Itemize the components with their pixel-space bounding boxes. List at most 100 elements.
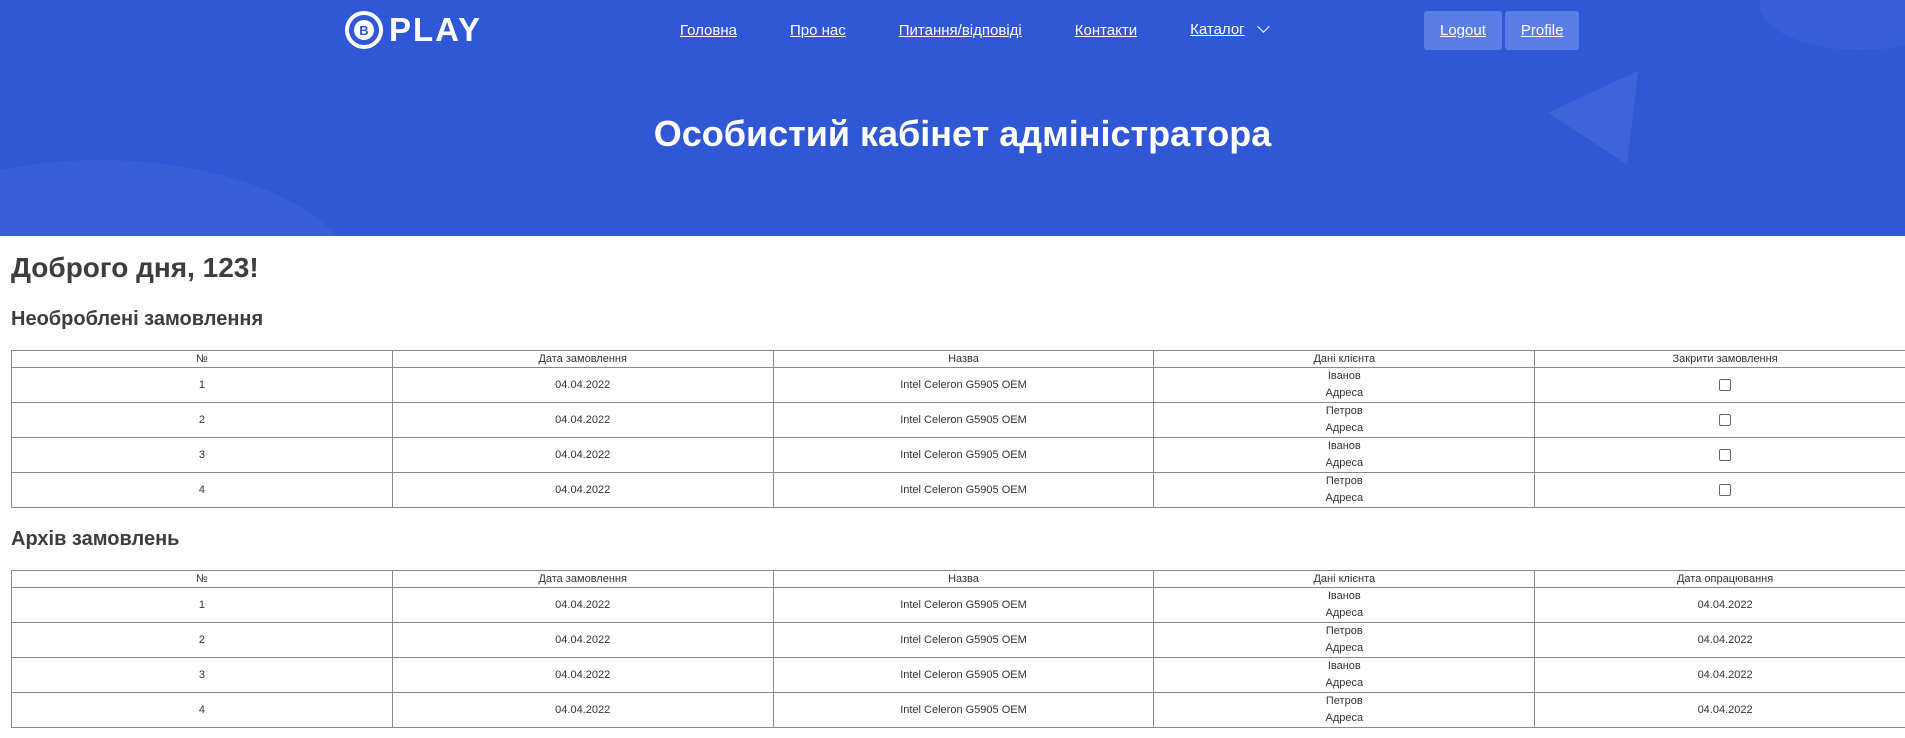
close-order-checkbox[interactable] xyxy=(1719,378,1732,391)
order-number: 4 xyxy=(11,692,393,728)
client-data: Іванов Адреса xyxy=(1153,367,1536,403)
processed-date: 04.04.2022 xyxy=(1534,622,1905,658)
client-name: Іванов xyxy=(1327,370,1361,382)
nav-catalog-dropdown[interactable]: Каталог xyxy=(1190,20,1270,39)
order-date: 04.04.2022 xyxy=(391,402,774,438)
table-row: 3 04.04.2022 Intel Celeron G5905 OEM Іва… xyxy=(11,437,1905,473)
pending-orders-title: Необроблені замовлення xyxy=(11,308,264,330)
nav-link-contacts[interactable]: Контакти xyxy=(1075,22,1137,39)
page-title: Особистий кабінет адміністратора xyxy=(653,113,1272,154)
decorative-shape xyxy=(0,160,360,236)
hero-header: B PLAY Головна Про нас Питання/відповіді… xyxy=(0,0,1905,236)
client-name: Іванов xyxy=(1327,660,1361,672)
nav-link-faq[interactable]: Питання/відповіді xyxy=(899,22,1022,39)
order-date: 04.04.2022 xyxy=(391,692,774,728)
processed-date: 04.04.2022 xyxy=(1534,587,1905,623)
client-address: Адреса xyxy=(1325,492,1364,504)
table-row: 3 04.04.2022 Intel Celeron G5905 OEM Іва… xyxy=(11,657,1905,693)
client-address: Адреса xyxy=(1325,712,1364,724)
table-row: 4 04.04.2022 Intel Celeron G5905 OEM Пет… xyxy=(11,692,1905,728)
client-address: Адреса xyxy=(1325,457,1364,469)
column-header-client: Дані клієнта xyxy=(1153,570,1536,588)
table-row: 2 04.04.2022 Intel Celeron G5905 OEM Пет… xyxy=(11,622,1905,658)
table-row: 4 04.04.2022 Intel Celeron G5905 OEM Пет… xyxy=(11,472,1905,508)
table-row: 1 04.04.2022 Intel Celeron G5905 OEM Іва… xyxy=(11,367,1905,403)
product-name: Intel Celeron G5905 OEM xyxy=(772,437,1155,473)
order-number: 2 xyxy=(11,622,393,658)
pending-orders-table: № Дата замовлення Назва Дані клієнта Зак… xyxy=(11,350,1905,508)
archive-orders-table: № Дата замовлення Назва Дані клієнта Дат… xyxy=(11,570,1905,728)
client-name: Іванов xyxy=(1327,440,1361,452)
logo-text: PLAY xyxy=(389,11,482,48)
product-name: Intel Celeron G5905 OEM xyxy=(772,692,1155,728)
client-address: Адреса xyxy=(1325,387,1364,399)
table-header-row: № Дата замовлення Назва Дані клієнта Дат… xyxy=(11,570,1905,588)
nav-link-about[interactable]: Про нас xyxy=(790,22,846,39)
column-header-client: Дані клієнта xyxy=(1153,350,1536,368)
site-logo[interactable]: B PLAY xyxy=(345,10,482,50)
close-order-cell xyxy=(1534,367,1905,403)
close-order-checkbox[interactable] xyxy=(1719,448,1732,461)
order-number: 3 xyxy=(11,437,393,473)
product-name: Intel Celeron G5905 OEM xyxy=(772,587,1155,623)
close-order-checkbox[interactable] xyxy=(1719,413,1732,426)
table-row: 2 04.04.2022 Intel Celeron G5905 OEM Пет… xyxy=(11,402,1905,438)
nav-link-catalog[interactable]: Каталог xyxy=(1190,21,1245,38)
product-name: Intel Celeron G5905 OEM xyxy=(772,622,1155,658)
logout-button[interactable]: Logout xyxy=(1424,11,1502,50)
order-date: 04.04.2022 xyxy=(391,622,774,658)
processed-date: 04.04.2022 xyxy=(1534,657,1905,693)
order-date: 04.04.2022 xyxy=(391,657,774,693)
product-name: Intel Celeron G5905 OEM xyxy=(772,657,1155,693)
column-header-name: Назва xyxy=(772,570,1155,588)
client-name: Іванов xyxy=(1327,590,1361,602)
greeting-heading: Доброго дня, 123! xyxy=(11,252,259,283)
column-header-order-date: Дата замовлення xyxy=(391,350,774,368)
client-data: Іванов Адреса xyxy=(1153,657,1536,693)
table-header-row: № Дата замовлення Назва Дані клієнта Зак… xyxy=(11,350,1905,368)
product-name: Intel Celeron G5905 OEM xyxy=(772,402,1155,438)
order-date: 04.04.2022 xyxy=(391,367,774,403)
order-number: 3 xyxy=(11,657,393,693)
main-nav: Головна Про нас Питання/відповіді Контак… xyxy=(680,20,1270,40)
table-row: 1 04.04.2022 Intel Celeron G5905 OEM Іва… xyxy=(11,587,1905,623)
close-order-cell xyxy=(1534,437,1905,473)
client-data: Петров Адреса xyxy=(1153,472,1536,508)
client-address: Адреса xyxy=(1325,642,1364,654)
column-header-close-order: Закрити замовлення xyxy=(1534,350,1905,368)
nav-link-home[interactable]: Головна xyxy=(680,22,737,39)
column-header-order-date: Дата замовлення xyxy=(391,570,774,588)
column-header-number: № xyxy=(11,570,393,588)
order-number: 1 xyxy=(11,587,393,623)
logo-badge-icon: B xyxy=(345,11,383,49)
logo-letter: B xyxy=(354,20,374,40)
client-data: Іванов Адреса xyxy=(1153,587,1536,623)
client-data: Петров Адреса xyxy=(1153,622,1536,658)
close-order-cell xyxy=(1534,402,1905,438)
order-number: 1 xyxy=(11,367,393,403)
client-address: Адреса xyxy=(1325,677,1364,689)
column-header-number: № xyxy=(11,350,393,368)
archive-orders-title: Архів замовлень xyxy=(11,528,180,550)
auth-buttons: Logout Profile xyxy=(1424,11,1580,50)
order-date: 04.04.2022 xyxy=(391,437,774,473)
close-order-checkbox[interactable] xyxy=(1719,483,1732,496)
order-number: 2 xyxy=(11,402,393,438)
column-header-processed-date: Дата опрацювання xyxy=(1534,570,1905,588)
decorative-shape xyxy=(1760,0,1905,50)
client-name: Петров xyxy=(1325,475,1363,487)
client-data: Петров Адреса xyxy=(1153,402,1536,438)
client-name: Петров xyxy=(1325,695,1363,707)
order-date: 04.04.2022 xyxy=(391,472,774,508)
close-order-cell xyxy=(1534,472,1905,508)
order-number: 4 xyxy=(11,472,393,508)
column-header-name: Назва xyxy=(772,350,1155,368)
profile-button[interactable]: Profile xyxy=(1504,11,1580,50)
client-data: Іванов Адреса xyxy=(1153,437,1536,473)
client-address: Адреса xyxy=(1325,607,1364,619)
client-name: Петров xyxy=(1325,405,1363,417)
client-data: Петров Адреса xyxy=(1153,692,1536,728)
product-name: Intel Celeron G5905 OEM xyxy=(772,367,1155,403)
chevron-down-icon[interactable] xyxy=(1256,20,1270,33)
client-name: Петров xyxy=(1325,625,1363,637)
